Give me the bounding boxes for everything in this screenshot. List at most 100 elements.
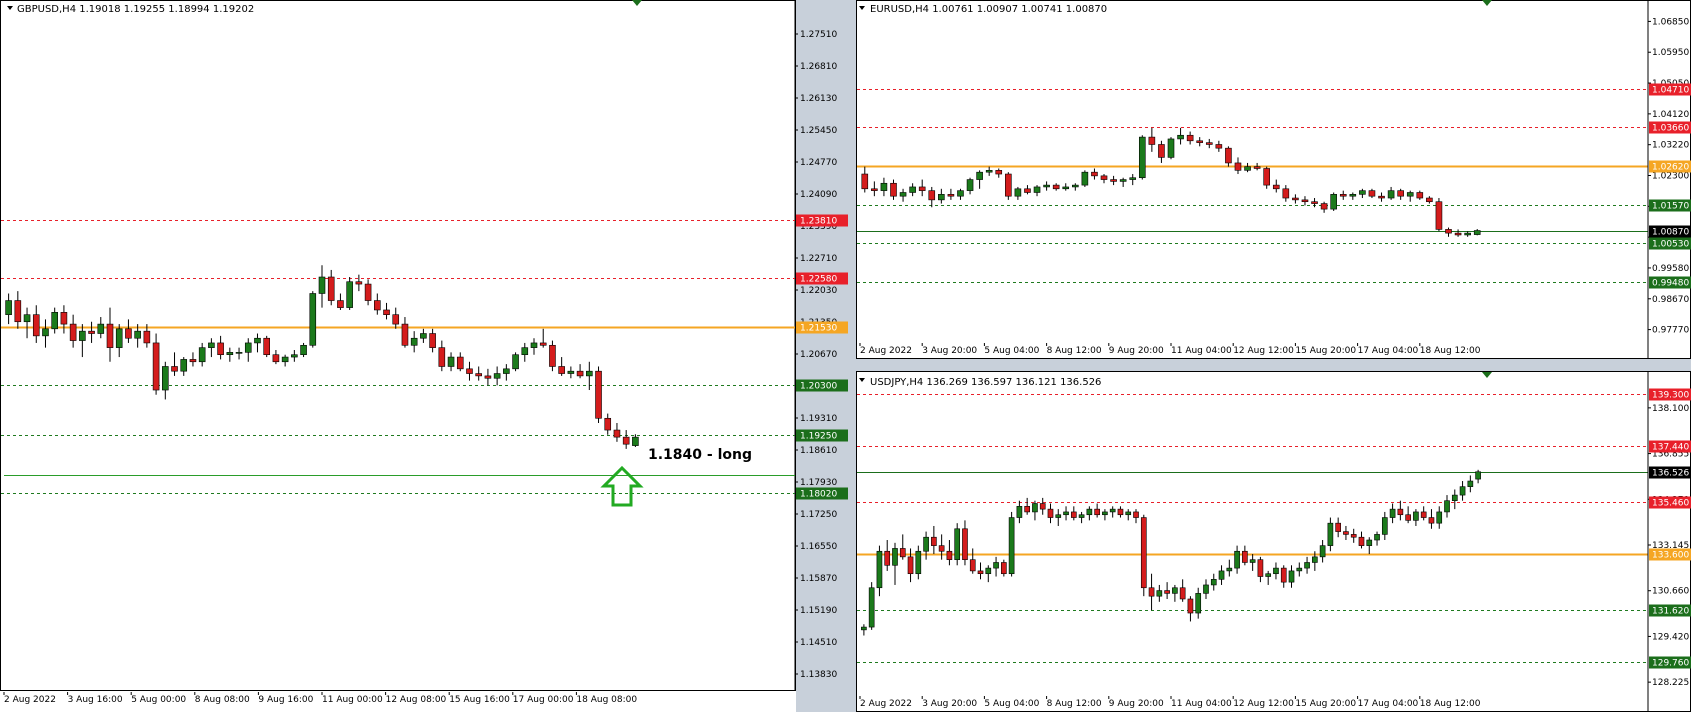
bull-candle: [1102, 511, 1108, 516]
bull-candle: [1016, 506, 1023, 518]
bull-candle: [985, 567, 992, 575]
bear-candle: [60, 312, 68, 325]
bear-candle: [1001, 562, 1007, 575]
bear-candle: [1320, 203, 1328, 210]
usdjpy-header: USDJPY,H4 136.269 136.597 136.121 136.52…: [870, 377, 1101, 388]
level-badge-label: 1.18020: [800, 490, 837, 500]
bear-candle: [171, 366, 178, 372]
level-badge-label: 1.03660: [1652, 124, 1689, 134]
bear-candle: [456, 356, 464, 370]
time-tick-label: 5 Aug 00:00: [131, 695, 186, 705]
bull-candle: [410, 337, 418, 346]
bull-candle: [1319, 545, 1326, 558]
bull-candle: [1366, 539, 1373, 546]
price-tick-label: 0.97770: [1652, 326, 1689, 336]
bear-candle: [1368, 190, 1376, 197]
bear-candle: [1187, 598, 1194, 614]
bear-candle: [1148, 587, 1155, 597]
bull-candle: [1330, 194, 1337, 210]
bull-candle: [954, 528, 961, 560]
bull-candle: [1249, 559, 1256, 563]
bull-candle: [1413, 511, 1419, 521]
bull-candle: [1043, 184, 1050, 188]
bear-candle: [1225, 147, 1232, 164]
bull-candle: [1312, 556, 1318, 563]
bear-candle: [106, 323, 114, 348]
level-badge-label: 1.02620: [1652, 163, 1689, 173]
price-tick-label: 1.14510: [800, 638, 837, 648]
bear-candle: [558, 366, 565, 374]
time-tick-label: 3 Aug 20:00: [922, 346, 977, 356]
bull-candle: [909, 186, 916, 193]
bull-candle: [966, 179, 974, 191]
bear-candle: [327, 276, 335, 301]
bear-candle: [438, 347, 446, 367]
bear-candle: [32, 314, 40, 337]
bull-candle: [447, 356, 455, 367]
bull-candle: [42, 328, 49, 337]
price-tick-label: 1.25450: [800, 126, 837, 136]
bull-candle: [226, 352, 234, 356]
bull-candle: [51, 312, 58, 330]
bear-candle: [1257, 559, 1264, 577]
bull-candle: [1138, 136, 1146, 179]
bear-candle: [918, 186, 926, 191]
bear-candle: [272, 354, 280, 363]
bull-candle: [97, 323, 105, 334]
price-tick-label: 1.04120: [1652, 110, 1689, 120]
price-tick-label: 0.98670: [1652, 295, 1689, 305]
bull-candle: [1374, 534, 1380, 541]
bear-candle: [604, 417, 612, 431]
usdjpy-panel[interactable]: [856, 371, 1691, 712]
bear-candle: [383, 309, 390, 315]
bear-candle: [484, 375, 492, 379]
bear-candle: [962, 528, 968, 560]
bull-candle: [892, 548, 898, 566]
bear-candle: [392, 314, 400, 325]
bull-candle: [1195, 593, 1202, 614]
bull-candle: [899, 192, 907, 197]
bull-candle: [1014, 188, 1022, 197]
bull-candle: [281, 356, 289, 363]
bear-candle: [217, 342, 224, 356]
bear-candle: [374, 300, 381, 311]
bear-candle: [977, 570, 984, 575]
bull-candle: [1210, 579, 1217, 586]
bear-candle: [189, 359, 197, 363]
bear-candle: [995, 170, 1003, 175]
bear-candle: [1311, 201, 1318, 204]
bear-candle: [1420, 511, 1427, 518]
price-tick-label: 128.225: [1652, 678, 1689, 688]
bear-candle: [1358, 536, 1365, 546]
bull-candle: [300, 344, 307, 356]
price-tick-label: 1.27510: [800, 30, 837, 40]
price-tick-label: 130.660: [1652, 587, 1689, 597]
bear-candle: [466, 368, 473, 374]
bear-candle: [1047, 508, 1054, 518]
bear-candle: [1234, 162, 1242, 171]
bear-candle: [1263, 168, 1270, 186]
bear-candle: [595, 370, 602, 419]
bear-candle: [1024, 506, 1030, 513]
bear-candle: [907, 556, 914, 575]
bear-candle: [1445, 229, 1452, 234]
level-badge-label: 135.460: [1652, 499, 1689, 509]
price-tick-label: 1.18610: [800, 446, 837, 456]
bear-candle: [14, 300, 22, 323]
bull-candle: [985, 170, 993, 173]
bull-candle: [235, 352, 243, 354]
time-tick-label: 18 Aug 12:00: [1420, 699, 1481, 709]
panel-splitter-horizontal[interactable]: [856, 359, 1691, 371]
bull-candle: [493, 373, 501, 379]
bear-candle: [861, 173, 869, 190]
level-badge-label: 129.760: [1652, 659, 1689, 669]
bull-candle: [1296, 567, 1303, 572]
bear-candle: [549, 344, 556, 367]
bull-candle: [134, 330, 141, 339]
bull-candle: [915, 550, 922, 575]
bull-candle: [1473, 230, 1481, 235]
bear-candle: [1179, 587, 1186, 600]
bear-candle: [125, 328, 132, 339]
price-tick-label: 129.420: [1652, 632, 1689, 642]
price-tick-label: 1.19310: [800, 414, 837, 424]
